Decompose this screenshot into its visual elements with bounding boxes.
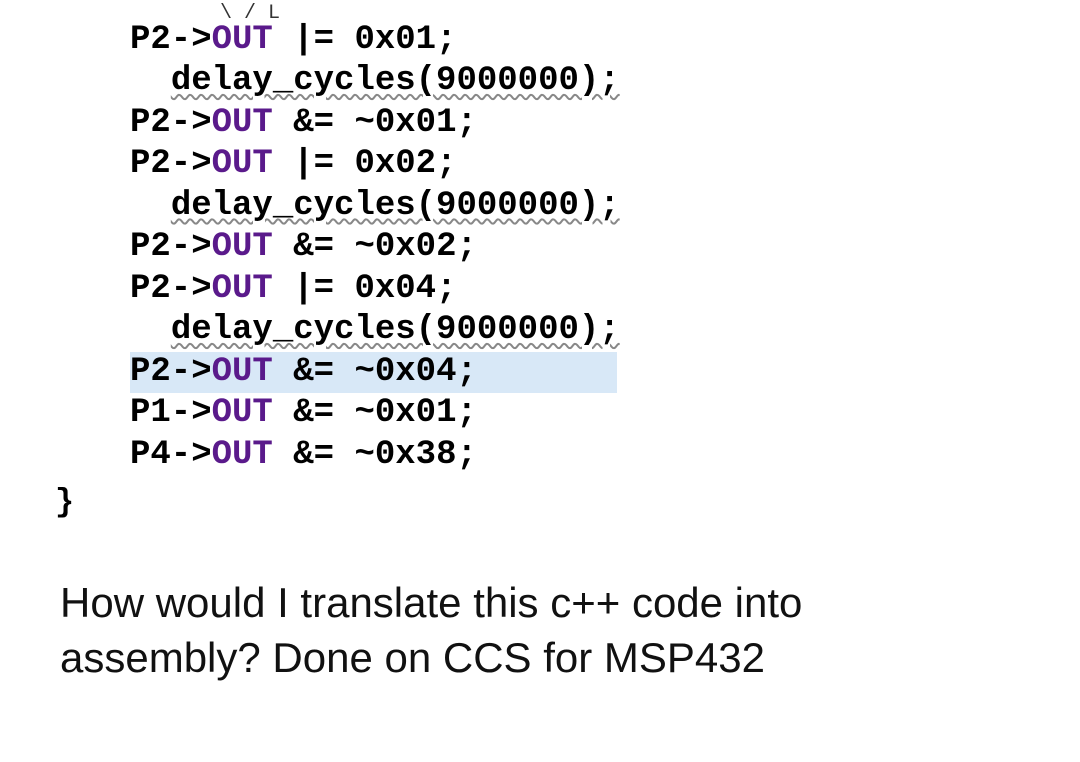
code-text: P2-> xyxy=(130,228,212,266)
code-text: &= ~0x01; xyxy=(273,104,477,142)
code-block: P2->OUT |= 0x01; delay_cycles(9000000);P… xyxy=(130,20,1080,476)
code-line: P2->OUT |= 0x01; xyxy=(130,20,1080,61)
code-line: P2->OUT &= ~0x04; xyxy=(130,352,1080,393)
code-text: P2-> xyxy=(130,353,212,391)
delay-call: delay_cycles(9000000); xyxy=(171,187,620,225)
code-text: P2-> xyxy=(130,21,212,59)
closing-brace: } xyxy=(55,484,1080,521)
code-text: &= ~0x01; xyxy=(273,394,477,432)
port-field: OUT xyxy=(212,353,273,391)
code-text: P2-> xyxy=(130,104,212,142)
code-line: delay_cycles(9000000); xyxy=(130,310,1080,351)
port-field: OUT xyxy=(212,436,273,474)
port-field: OUT xyxy=(212,270,273,308)
code-text: |= 0x01; xyxy=(273,21,457,59)
delay-call: delay_cycles(9000000); xyxy=(171,62,620,100)
code-text: P4-> xyxy=(130,436,212,474)
code-text: P2-> xyxy=(130,145,212,183)
highlighted-line: P2->OUT &= ~0x04; xyxy=(130,352,617,393)
code-line: delay_cycles(9000000); xyxy=(130,186,1080,227)
question-line-2: assembly? Done on CCS for MSP432 xyxy=(60,631,1080,686)
delay-call: delay_cycles(9000000); xyxy=(171,311,620,349)
port-field: OUT xyxy=(212,104,273,142)
code-text: &= ~0x38; xyxy=(273,436,477,474)
code-text: &= ~0x04; xyxy=(273,353,477,391)
page-root: \ / L P2->OUT |= 0x01; delay_cycles(9000… xyxy=(0,0,1080,762)
port-field: OUT xyxy=(212,394,273,432)
question-line-1: How would I translate this c++ code into xyxy=(60,576,1080,631)
code-text: &= ~0x02; xyxy=(273,228,477,266)
code-line: P2->OUT |= 0x02; xyxy=(130,144,1080,185)
code-line: P1->OUT &= ~0x01; xyxy=(130,393,1080,434)
code-line: P2->OUT &= ~0x02; xyxy=(130,227,1080,268)
code-line: P2->OUT &= ~0x01; xyxy=(130,103,1080,144)
code-text: |= 0x02; xyxy=(273,145,457,183)
code-text: P2-> xyxy=(130,270,212,308)
port-field: OUT xyxy=(212,228,273,266)
code-text: |= 0x04; xyxy=(273,270,457,308)
code-text: P1-> xyxy=(130,394,212,432)
question-text: How would I translate this c++ code into… xyxy=(60,576,1080,685)
port-field: OUT xyxy=(212,145,273,183)
code-line: P4->OUT &= ~0x38; xyxy=(130,435,1080,476)
code-line: P2->OUT |= 0x04; xyxy=(130,269,1080,310)
port-field: OUT xyxy=(212,21,273,59)
code-line: delay_cycles(9000000); xyxy=(130,61,1080,102)
